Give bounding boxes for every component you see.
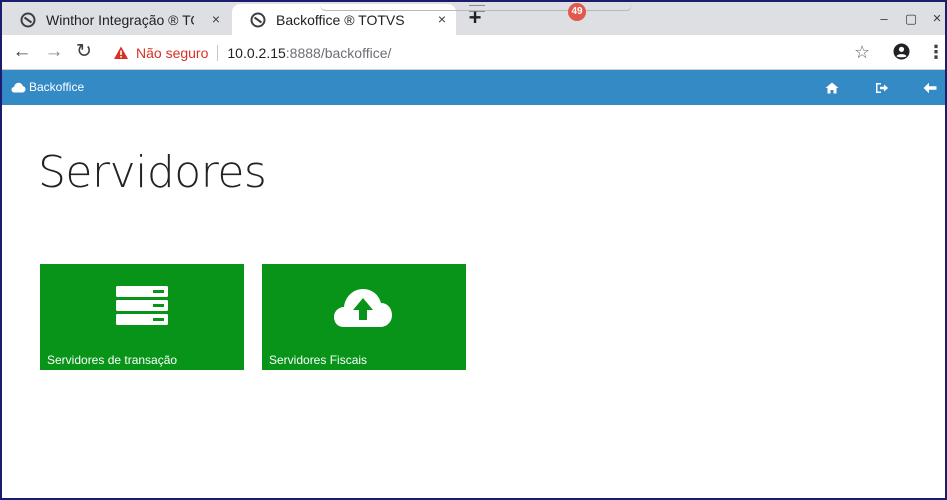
brand-label: Backoffice bbox=[29, 80, 85, 94]
new-tab-button[interactable]: + bbox=[464, 6, 486, 30]
bookmark-star-icon[interactable]: ☆ bbox=[854, 42, 870, 62]
logout-icon[interactable] bbox=[875, 82, 889, 94]
notification-badge: 49 bbox=[568, 3, 586, 21]
app-navbar: Backoffice bbox=[2, 70, 945, 105]
back-button[interactable]: ← bbox=[11, 41, 33, 63]
url-path[interactable]: :8888/backoffice/ bbox=[286, 45, 392, 61]
tab-winthor[interactable]: Winthor Integração ® TOTVS × bbox=[2, 4, 230, 35]
tile-label: Servidores Fiscais bbox=[269, 353, 368, 367]
tile-servidores-transacao[interactable]: Servidores de transação bbox=[40, 264, 244, 370]
browser-toolbar: ← → ↻ Não seguro 10.0.2.15:8888/backoffi… bbox=[2, 35, 945, 70]
tab-title: Winthor Integração ® TOTVS bbox=[46, 11, 194, 28]
tab-title: Backoffice ® TOTVS bbox=[276, 11, 405, 28]
back-arrow-icon[interactable] bbox=[923, 82, 937, 94]
page-title: Servidores bbox=[38, 147, 267, 198]
url-host[interactable]: 10.0.2.15 bbox=[227, 45, 285, 61]
minimize-button[interactable]: – bbox=[876, 11, 892, 27]
totvs-favicon-icon bbox=[20, 12, 36, 27]
server-stack-icon bbox=[116, 286, 168, 325]
forward-button[interactable]: → bbox=[43, 41, 65, 63]
maximize-button[interactable]: ▢ bbox=[903, 11, 919, 27]
cloud-icon bbox=[11, 82, 26, 92]
address-bar[interactable]: Não seguro 10.0.2.15:8888/backoffice/ bbox=[104, 39, 882, 66]
security-status[interactable]: Não seguro bbox=[136, 45, 208, 61]
tile-servidores-fiscais[interactable]: Servidores Fiscais bbox=[262, 264, 466, 370]
divider bbox=[217, 44, 219, 61]
tile-label: Servidores de transação bbox=[47, 353, 178, 367]
home-icon[interactable] bbox=[825, 82, 839, 94]
cloud-upload-icon bbox=[334, 289, 392, 327]
reload-button[interactable]: ↻ bbox=[73, 41, 95, 63]
totvs-favicon-icon bbox=[250, 12, 266, 27]
tab-close-icon[interactable]: × bbox=[212, 10, 220, 28]
tab-strip: Winthor Integração ® TOTVS × Backoffice … bbox=[2, 2, 945, 35]
brand-link[interactable]: Backoffice bbox=[11, 80, 84, 94]
tab-close-icon[interactable]: × bbox=[438, 10, 446, 28]
close-window-button[interactable]: × bbox=[929, 11, 945, 27]
browser-menu-icon[interactable]: ⋮ bbox=[927, 42, 945, 62]
browser-window: Winthor Integração ® TOTVS × Backoffice … bbox=[0, 0, 947, 500]
account-icon[interactable] bbox=[893, 43, 910, 60]
warning-icon[interactable] bbox=[113, 45, 129, 61]
